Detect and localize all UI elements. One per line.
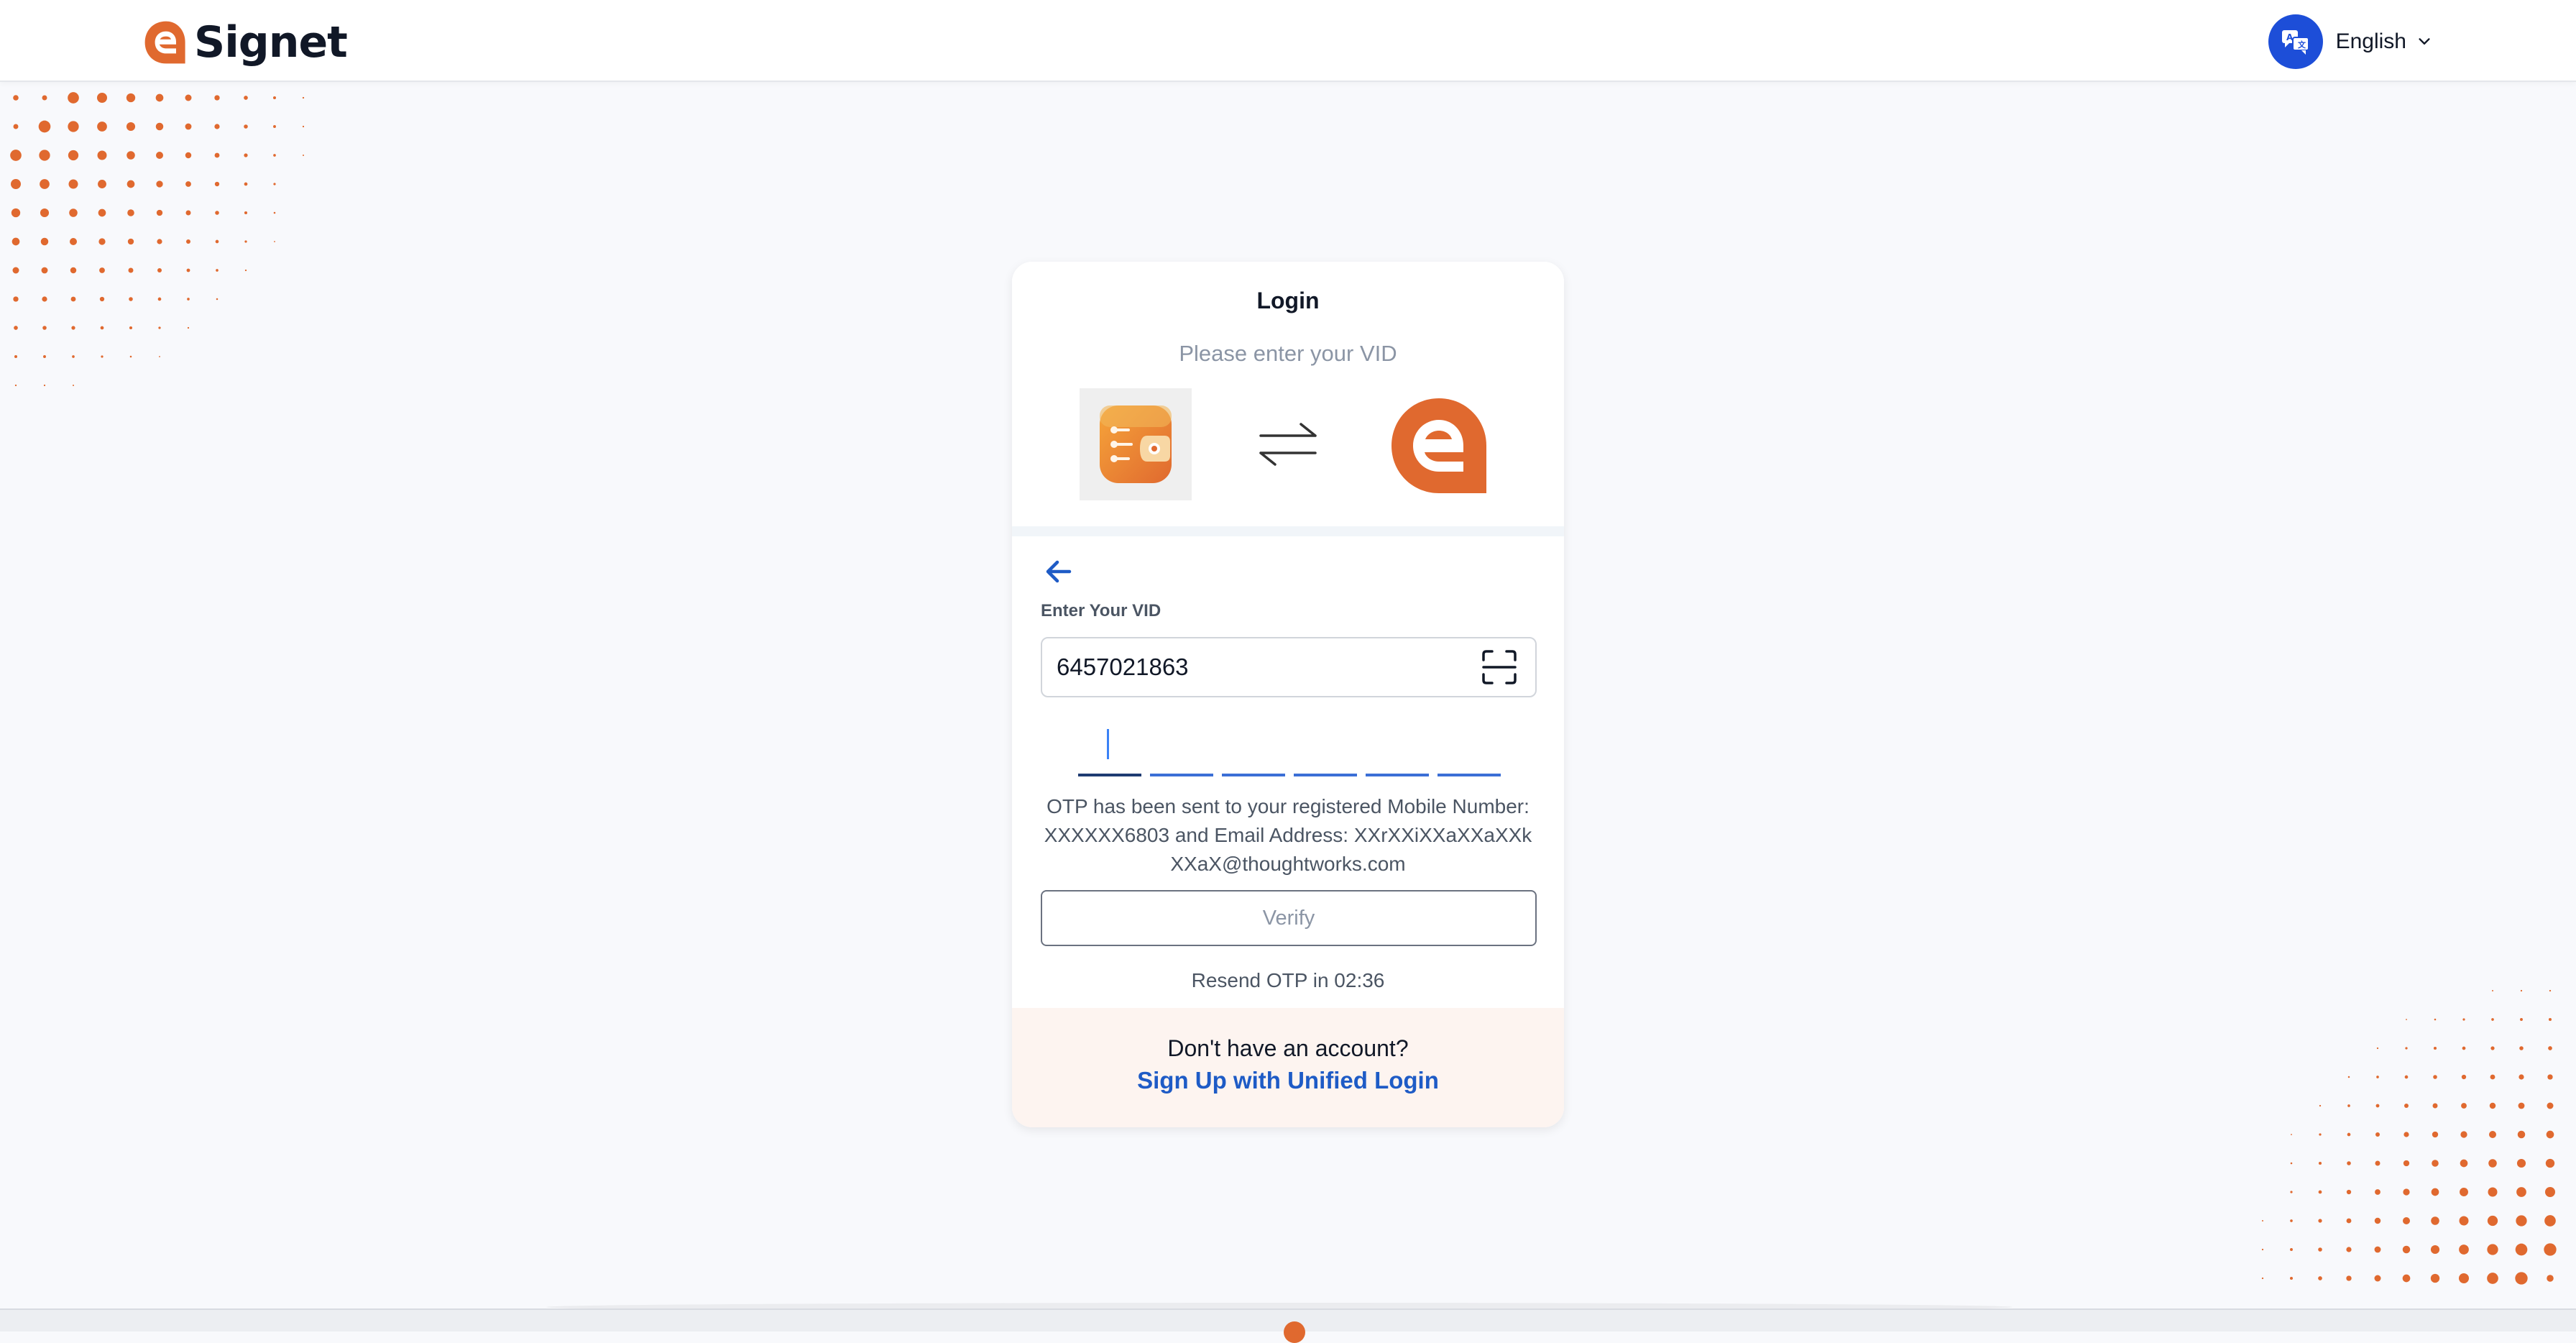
vid-input[interactable] bbox=[1041, 637, 1537, 697]
scan-icon bbox=[1482, 650, 1517, 684]
resend-otp-timer: Resend OTP in 02:36 bbox=[1191, 969, 1385, 991]
login-card: Login Please enter your VID Enter Your V… bbox=[1012, 262, 1564, 1127]
svg-text:文: 文 bbox=[2298, 40, 2306, 50]
vid-field-label: Enter Your VID bbox=[1041, 601, 1162, 620]
brand-name: Signet bbox=[194, 17, 348, 68]
login-title: Login bbox=[1256, 288, 1320, 313]
verify-button[interactable]: Verify bbox=[1041, 890, 1537, 946]
login-card-header: Login Please enter your VID bbox=[1012, 262, 1564, 526]
esignet-large-logo-icon bbox=[1392, 398, 1486, 493]
esignet-logo-icon bbox=[144, 21, 185, 64]
otp-digit-1[interactable] bbox=[1078, 722, 1141, 776]
brand-logo[interactable]: Signet bbox=[141, 17, 348, 68]
swap-arrows-icon bbox=[1259, 423, 1317, 466]
otp-digit-5[interactable] bbox=[1366, 722, 1429, 776]
otp-digit-6[interactable] bbox=[1438, 722, 1501, 776]
arrow-left-icon bbox=[1046, 560, 1072, 583]
language-label: English bbox=[2335, 29, 2406, 53]
chevron-down-icon bbox=[2419, 38, 2430, 45]
wallet-icon bbox=[1100, 405, 1172, 483]
otp-digit-2[interactable] bbox=[1150, 722, 1213, 776]
header-separator bbox=[1012, 526, 1564, 536]
otp-digit-3[interactable] bbox=[1222, 722, 1285, 776]
translate-icon: A 文 bbox=[2268, 14, 2323, 69]
top-header: Signet A 文 English bbox=[0, 0, 2576, 82]
back-button[interactable] bbox=[1041, 554, 1077, 590]
signup-unified-login-link[interactable]: Sign Up with Unified Login bbox=[1012, 1067, 1564, 1094]
decorative-dots-top-left bbox=[10, 92, 348, 430]
language-selector[interactable]: A 文 English bbox=[2268, 14, 2432, 69]
otp-sent-message: OTP has been sent to your registered Mob… bbox=[1044, 795, 1532, 875]
scan-qr-button[interactable] bbox=[1479, 647, 1519, 687]
no-account-text: Don't have an account? bbox=[1167, 1035, 1409, 1061]
text-cursor bbox=[1107, 729, 1109, 759]
login-subtitle: Please enter your VID bbox=[1179, 341, 1397, 366]
dock-indicator bbox=[1284, 1321, 1305, 1343]
client-wallet-logo bbox=[1080, 388, 1192, 500]
decorative-dots-bottom-right bbox=[2228, 956, 2573, 1301]
svg-text:A: A bbox=[2286, 32, 2294, 42]
otp-digit-4[interactable] bbox=[1294, 722, 1357, 776]
